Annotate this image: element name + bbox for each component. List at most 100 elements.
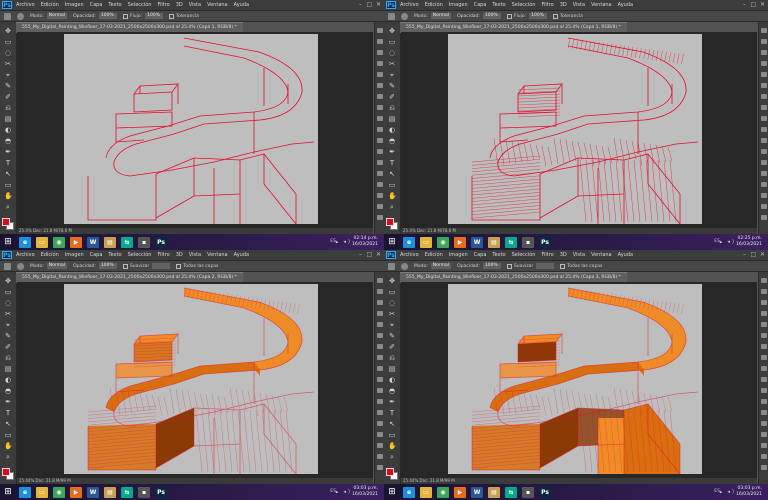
- panel-icon[interactable]: [377, 322, 383, 327]
- brush-preset-icon[interactable]: [17, 262, 24, 270]
- panel-icon[interactable]: [761, 366, 767, 371]
- mode-select[interactable]: Normal: [430, 13, 452, 19]
- eraser-tool-icon[interactable]: ◐: [388, 127, 396, 134]
- panel-icon[interactable]: [761, 94, 767, 99]
- panel-icon[interactable]: [377, 105, 383, 110]
- menu-item[interactable]: Imagen: [449, 2, 468, 8]
- maximize-icon[interactable]: □: [750, 1, 757, 8]
- eyedropper-tool-icon[interactable]: ⌖: [4, 322, 12, 329]
- marquee-tool-icon[interactable]: ▭: [4, 289, 12, 296]
- path-select-icon[interactable]: ↖: [388, 421, 396, 428]
- eyedropper-tool-icon[interactable]: ⌖: [388, 72, 396, 79]
- panel-icon[interactable]: [761, 311, 767, 316]
- path-select-icon[interactable]: ↖: [4, 171, 12, 178]
- menu-item[interactable]: Ventana: [591, 252, 612, 258]
- gradient-tool-icon[interactable]: ◓: [4, 138, 12, 145]
- tray-icons[interactable]: ▴ ◂): [335, 489, 352, 495]
- menu-item[interactable]: Ayuda: [618, 2, 633, 8]
- gradient-tool-icon[interactable]: ◓: [388, 388, 396, 395]
- file-explorer-icon[interactable]: ▭: [36, 236, 48, 248]
- eraser-tool-icon[interactable]: ◐: [4, 377, 12, 384]
- pen-tool-icon[interactable]: ✒: [4, 149, 12, 156]
- menu-item[interactable]: Edición: [425, 252, 443, 258]
- crop-tool-icon[interactable]: ✂: [4, 61, 12, 68]
- panel-icon[interactable]: [377, 61, 383, 66]
- smooth-checkbox[interactable]: [506, 13, 512, 19]
- history-brush-icon[interactable]: ▤: [388, 366, 396, 373]
- windows-start-icon[interactable]: ⊞: [387, 487, 397, 497]
- panel-icon[interactable]: [761, 421, 767, 426]
- clone-tool-icon[interactable]: ⎌: [388, 355, 396, 362]
- panel-icon[interactable]: [761, 39, 767, 44]
- tray-icons[interactable]: ▴ ◂): [335, 239, 352, 245]
- panel-icon[interactable]: [377, 278, 383, 283]
- panel-icon[interactable]: [377, 215, 383, 220]
- menu-item[interactable]: Capa: [90, 2, 103, 8]
- crop-tool-icon[interactable]: ✂: [388, 311, 396, 318]
- move-tool-icon[interactable]: ✥: [388, 28, 396, 35]
- panel-icon[interactable]: [761, 344, 767, 349]
- shape-tool-icon[interactable]: ▭: [388, 182, 396, 189]
- flow-field[interactable]: [536, 263, 555, 269]
- healing-tool-icon[interactable]: ✎: [4, 333, 12, 340]
- panel-icon[interactable]: [761, 388, 767, 393]
- marquee-tool-icon[interactable]: ▭: [388, 289, 396, 296]
- internet-explorer-icon[interactable]: e: [19, 236, 31, 248]
- word-icon[interactable]: W: [471, 486, 483, 498]
- document-canvas[interactable]: [448, 34, 702, 224]
- opacity-field[interactable]: 100%: [482, 263, 501, 269]
- menu-item[interactable]: Archivo: [400, 2, 419, 8]
- panel-icon[interactable]: [377, 28, 383, 33]
- menu-item[interactable]: 3D: [176, 252, 183, 258]
- gradient-tool-icon[interactable]: ◓: [388, 138, 396, 145]
- panel-icon[interactable]: [761, 322, 767, 327]
- clone-tool-icon[interactable]: ⎌: [388, 105, 396, 112]
- menu-item[interactable]: Edición: [41, 2, 59, 8]
- menu-item[interactable]: Archivo: [16, 2, 35, 8]
- panel-icon[interactable]: [761, 127, 767, 132]
- flow-field[interactable]: [152, 263, 171, 269]
- windows-start-icon[interactable]: ⊞: [3, 237, 13, 247]
- history-brush-icon[interactable]: ▤: [388, 116, 396, 123]
- menu-item[interactable]: 3D: [176, 2, 183, 8]
- windows-start-icon[interactable]: ⊞: [387, 237, 397, 247]
- panel-icon[interactable]: [377, 344, 383, 349]
- file-explorer-icon[interactable]: ▭: [420, 486, 432, 498]
- media-player-icon[interactable]: ▶: [70, 486, 82, 498]
- media-player-icon[interactable]: ▶: [454, 486, 466, 498]
- menu-item[interactable]: Texto: [108, 252, 121, 258]
- type-tool-icon[interactable]: T: [388, 410, 396, 417]
- menu-item[interactable]: Texto: [108, 2, 121, 8]
- lasso-tool-icon[interactable]: ◌: [4, 300, 12, 307]
- panel-icon[interactable]: [761, 333, 767, 338]
- panel-icon[interactable]: [761, 432, 767, 437]
- panel-icon[interactable]: [761, 399, 767, 404]
- menu-item[interactable]: Ventana: [591, 2, 612, 8]
- tool-preset-icon[interactable]: [4, 262, 11, 270]
- minimize-icon[interactable]: –: [741, 1, 748, 8]
- panel-icon[interactable]: [761, 50, 767, 55]
- internet-explorer-icon[interactable]: e: [403, 486, 415, 498]
- folder-icon[interactable]: ▤: [104, 486, 116, 498]
- foreground-color-swatch[interactable]: [386, 468, 394, 476]
- panel-icon[interactable]: [761, 193, 767, 198]
- tray-icons[interactable]: ▴ ◂): [719, 489, 736, 495]
- opacity-field[interactable]: 100%: [482, 13, 501, 19]
- menu-item[interactable]: Vista: [573, 2, 585, 8]
- menu-item[interactable]: Ventana: [207, 252, 228, 258]
- mode-select[interactable]: Normal: [46, 13, 68, 19]
- all-layers-checkbox[interactable]: [553, 13, 559, 19]
- brush-tool-icon[interactable]: ✐: [4, 94, 12, 101]
- history-brush-icon[interactable]: ▤: [4, 366, 12, 373]
- chrome-icon[interactable]: ◉: [437, 236, 449, 248]
- pen-tool-icon[interactable]: ✒: [388, 399, 396, 406]
- flow-field[interactable]: 100%: [145, 13, 164, 19]
- maximize-icon[interactable]: □: [366, 1, 373, 8]
- panel-icon[interactable]: [377, 50, 383, 55]
- move-tool-icon[interactable]: ✥: [388, 278, 396, 285]
- network-icon[interactable]: ⇆: [121, 236, 133, 248]
- menu-item[interactable]: Texto: [492, 2, 505, 8]
- zoom-tool-icon[interactable]: ⌕: [4, 204, 12, 211]
- panel-icon[interactable]: [377, 83, 383, 88]
- panel-icon[interactable]: [377, 39, 383, 44]
